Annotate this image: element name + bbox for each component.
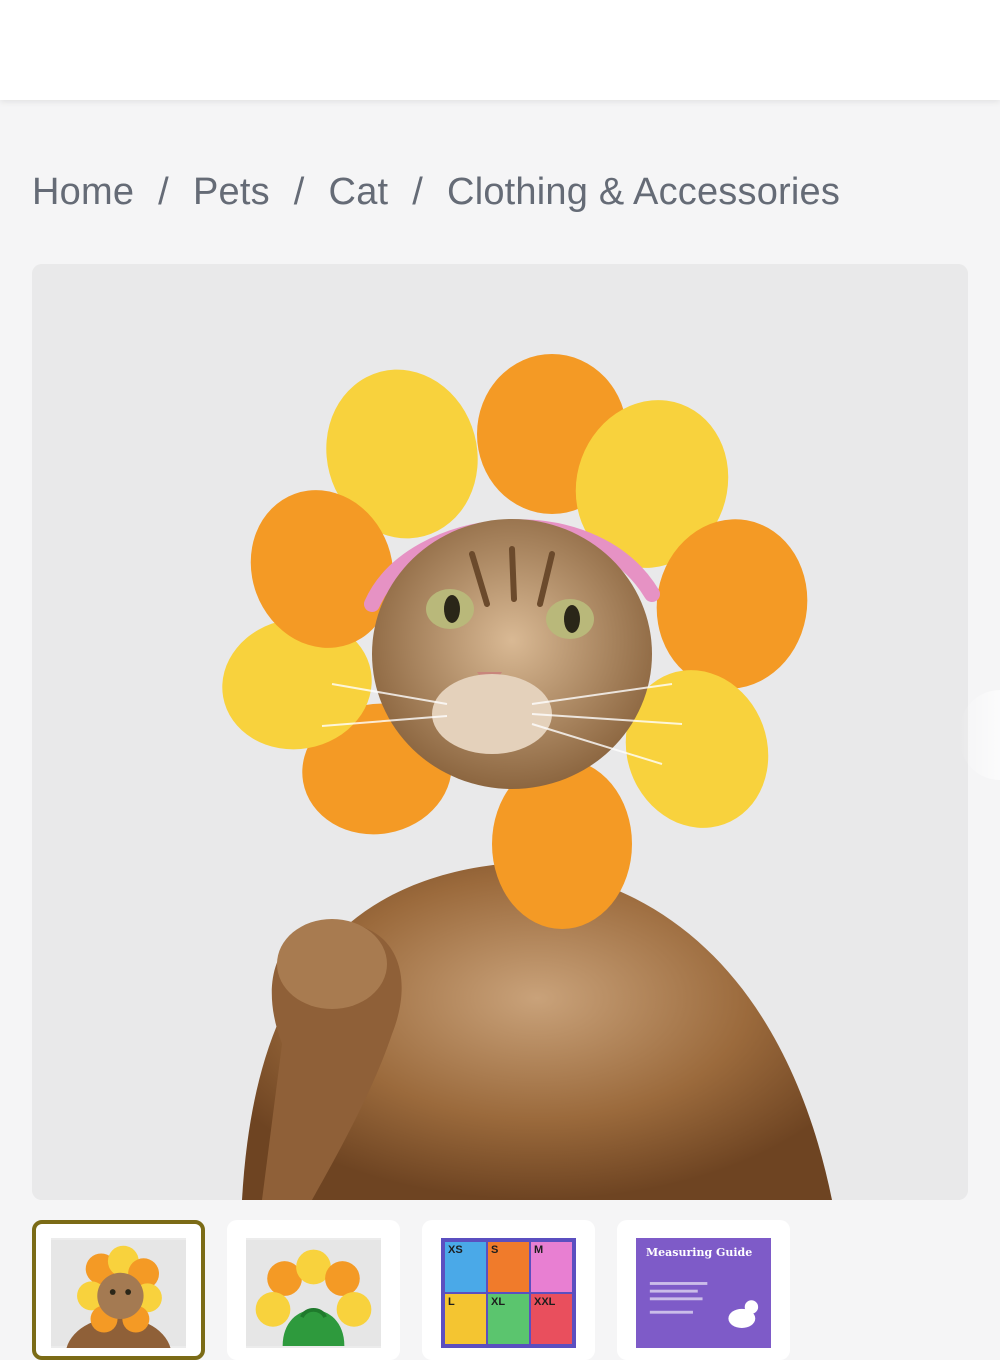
size-cell-xs: XS: [445, 1242, 486, 1292]
size-cell-xxl: XXL: [531, 1294, 572, 1344]
breadcrumb-cat[interactable]: Cat: [329, 171, 389, 214]
breadcrumb-separator: /: [293, 170, 305, 213]
size-cell-xl: XL: [488, 1294, 529, 1344]
breadcrumb: Home / Pets / Cat / Clothing & Accessori…: [32, 170, 840, 214]
size-chart-thumbnail: XS S M L XL XXL: [441, 1238, 576, 1348]
top-header-bar: [0, 0, 1000, 100]
size-cell-l: L: [445, 1294, 486, 1344]
breadcrumb-separator: /: [412, 170, 424, 213]
thumbnail-cat-image: [51, 1239, 186, 1348]
cat-silhouette-icon: [649, 1282, 759, 1329]
breadcrumb-clothing-accessories[interactable]: Clothing & Accessories: [447, 171, 840, 214]
thumbnail-4[interactable]: Measuring Guide: [617, 1220, 790, 1360]
breadcrumb-pets[interactable]: Pets: [193, 171, 270, 214]
thumbnail-strip: XS S M L XL XXL Measuring Guide: [32, 1220, 790, 1360]
product-main-image[interactable]: [32, 264, 968, 1200]
thumbnail-1-selected[interactable]: [32, 1220, 205, 1360]
thumbnail-3[interactable]: XS S M L XL XXL: [422, 1220, 595, 1360]
size-cell-s: S: [488, 1242, 529, 1292]
thumbnail-2[interactable]: [227, 1220, 400, 1360]
breadcrumb-separator: /: [158, 170, 169, 213]
size-cell-m: M: [531, 1242, 572, 1292]
measuring-guide-title: Measuring Guide: [646, 1246, 753, 1259]
cat-flower-hat-illustration: [32, 264, 968, 1200]
measuring-guide-thumbnail: Measuring Guide: [636, 1238, 771, 1348]
thumbnail-hat-image: [246, 1239, 381, 1347]
breadcrumb-home[interactable]: Home: [32, 171, 134, 214]
